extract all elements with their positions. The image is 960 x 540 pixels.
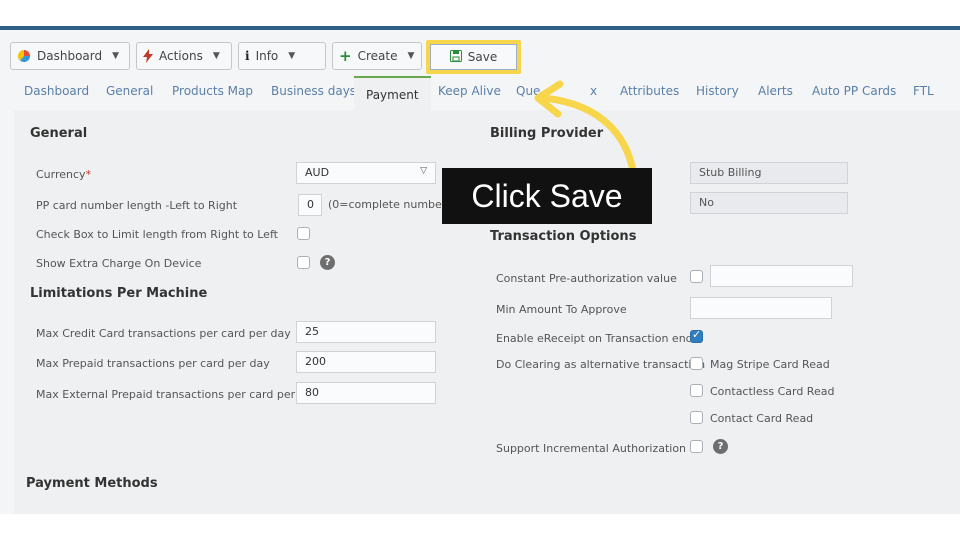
chevron-down-icon: ▼	[212, 51, 220, 61]
min-amount-label: Min Amount To Approve	[496, 303, 627, 316]
chevron-down-icon: ▼	[288, 51, 296, 61]
payment-methods-section-title: Payment Methods	[26, 476, 158, 491]
pp-card-length-hint: (0=complete number)	[328, 198, 451, 211]
save-button-inner: Save	[430, 44, 517, 70]
tab-keep-alive[interactable]: Keep Alive	[438, 84, 501, 98]
click-save-callout: Click Save	[442, 168, 652, 224]
max-credit-label: Max Credit Card transactions per card pe…	[36, 327, 291, 340]
max-external-prepaid-input[interactable]: 80	[296, 382, 436, 404]
constant-preauth-input[interactable]	[710, 265, 853, 287]
contact-label: Contact Card Read	[710, 412, 814, 425]
max-prepaid-input[interactable]: 200	[296, 351, 436, 373]
max-prepaid-label: Max Prepaid transactions per card per da…	[36, 357, 270, 370]
ereceipt-label: Enable eReceipt on Transaction end	[496, 332, 693, 345]
billing-second-field: No	[690, 192, 848, 214]
create-button-label: Create	[357, 49, 398, 63]
currency-select[interactable]: AUD ▽	[296, 162, 436, 184]
info-icon: i	[245, 49, 250, 63]
max-external-prepaid-label: Max External Prepaid transactions per ca…	[36, 388, 319, 401]
currency-label: Currency*	[36, 168, 92, 181]
tab-payment[interactable]: Payment	[354, 76, 431, 110]
ereceipt-checkbox[interactable]	[690, 328, 703, 343]
extra-charge-checkbox[interactable]	[297, 256, 310, 269]
chevron-down-icon: ▽	[420, 166, 427, 176]
tab-ftl[interactable]: FTL	[913, 84, 934, 98]
save-button[interactable]: Save	[426, 40, 521, 74]
dashboard-dropdown-button[interactable]: Dashboard ▼	[10, 42, 130, 70]
transaction-options-section-title: Transaction Options	[490, 229, 637, 244]
incremental-auth-label: Support Incremental Authorization	[496, 442, 687, 455]
lightning-icon	[143, 49, 153, 63]
question-help-icon[interactable]: ?	[713, 439, 728, 454]
toolbar: Dashboard ▼ Actions ▼ i Info ▼ + Create …	[0, 30, 960, 74]
dashboard-button-label: Dashboard	[37, 49, 103, 63]
save-button-label: Save	[467, 50, 498, 64]
info-dropdown-button[interactable]: i Info ▼	[238, 42, 326, 70]
check-limit-checkbox[interactable]	[297, 227, 310, 240]
pp-card-length-input[interactable]: 0	[298, 194, 322, 216]
actions-dropdown-button[interactable]: Actions ▼	[136, 42, 232, 70]
floppy-disk-icon	[449, 49, 462, 65]
chevron-down-icon: ▼	[112, 51, 120, 61]
tab-history[interactable]: History	[696, 84, 739, 98]
question-help-icon[interactable]: ?	[320, 255, 335, 270]
tab-auto-pp-cards[interactable]: Auto PP Cards	[812, 84, 896, 98]
screenshot-stage: Dashboard ▼ Actions ▼ i Info ▼ + Create …	[0, 0, 960, 540]
app-window: Dashboard ▼ Actions ▼ i Info ▼ + Create …	[0, 26, 960, 514]
max-credit-input[interactable]: 25	[296, 321, 436, 343]
pie-chart-icon	[17, 49, 31, 63]
contact-checkbox[interactable]	[690, 411, 703, 424]
bottom-margin	[0, 514, 960, 540]
mag-stripe-label: Mag Stripe Card Read	[710, 358, 830, 371]
chevron-down-icon: ▼	[407, 51, 415, 61]
min-amount-input[interactable]	[690, 297, 832, 319]
constant-preauth-label: Constant Pre-authorization value	[496, 272, 677, 285]
limitations-section-title: Limitations Per Machine	[30, 286, 208, 301]
tab-dashboard[interactable]: Dashboard	[24, 84, 89, 98]
tab-alerts[interactable]: Alerts	[758, 84, 793, 98]
check-limit-label: Check Box to Limit length from Right to …	[36, 228, 278, 241]
mag-stripe-checkbox[interactable]	[690, 357, 703, 370]
extra-charge-label: Show Extra Charge On Device	[36, 257, 202, 270]
tab-general[interactable]: General	[106, 84, 153, 98]
general-section-title: General	[30, 126, 88, 141]
actions-button-label: Actions	[159, 49, 203, 63]
tab-business-days[interactable]: Business days	[271, 84, 356, 98]
tab-bar: Dashboard General Products Map Business …	[0, 76, 960, 110]
currency-select-value: AUD	[305, 166, 330, 179]
constant-preauth-checkbox[interactable]	[690, 270, 703, 283]
contactless-label: Contactless Card Read	[710, 385, 835, 398]
required-marker: *	[85, 168, 92, 181]
info-button-label: Info	[255, 49, 279, 63]
incremental-auth-checkbox[interactable]	[690, 440, 703, 453]
tab-products-map[interactable]: Products Map	[172, 84, 253, 98]
pp-card-length-label: PP card number length -Left to Right	[36, 199, 238, 212]
clearing-label: Do Clearing as alternative transaction	[496, 358, 706, 371]
contactless-checkbox[interactable]	[690, 384, 703, 397]
plus-icon: +	[339, 47, 352, 65]
create-dropdown-button[interactable]: + Create ▼	[332, 42, 422, 70]
billing-provider-field: Stub Billing	[690, 162, 848, 184]
